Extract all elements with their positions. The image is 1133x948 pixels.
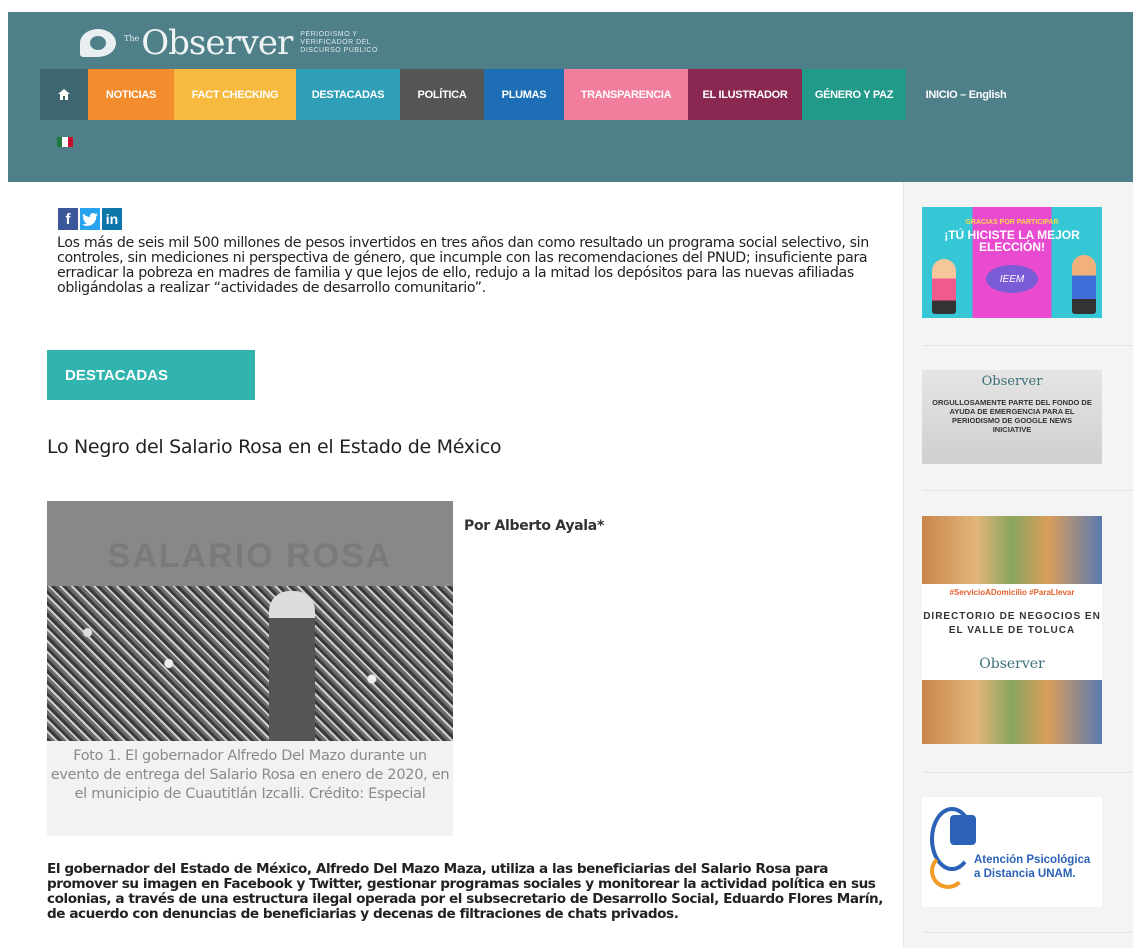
nav-noticias[interactable]: NOTICIAS [88,69,174,120]
twitter-icon [82,212,98,226]
site-logo[interactable]: The Observer PERIODISMO Y VERIFICADOR DE… [80,26,410,60]
observer-logo: Observer [979,656,1045,672]
article-intro: Los más de seis mil 500 millones de peso… [57,235,869,296]
nav-inicio-english-label: INICIO – English [925,88,1007,101]
logo-the: The [124,33,140,43]
sidebar-divider [923,490,1133,491]
nav-plumas[interactable]: PLUMAS [484,69,564,120]
nav-el-ilustrador[interactable]: EL ILUSTRADOR [688,69,802,120]
nav-politica-label: POLÍTICA [417,88,467,101]
ad4-text-line1: Atención Psicológica [974,854,1091,866]
ad1-top-text: GRACIAS POR PARTICIPAR [965,219,1059,226]
unam-shield-icon [950,815,976,845]
nav-home[interactable] [40,69,88,120]
google-news-ad-banner[interactable]: Observer ORGULLOSAMENTE PARTE DEL FONDO … [922,370,1102,464]
photo-sign-line1: ENTREGA DE TARJETAS [158,521,342,537]
ad3-title: DIRECTORIO DE NEGOCIOS EN EL VALLE DE TO… [923,611,1101,636]
photo-governor [269,591,315,741]
nav-inicio-english[interactable]: INICIO – English [906,69,1026,120]
photo-sign-line2: SALARIO ROSA [107,537,393,575]
social-share-bar: f in [58,208,122,230]
ieem-logo: IEEM [986,265,1038,293]
nav-fact-checking[interactable]: FACT CHECKING [174,69,296,120]
linkedin-icon: in [105,211,119,227]
unam-ad-banner[interactable]: Atención Psicológica a Distancia UNAM. [922,797,1102,907]
linkedin-share-button[interactable]: in [102,208,122,230]
child-illustration [1072,255,1096,314]
nav-plumas-label: PLUMAS [501,88,547,101]
nav-fact-checking-label: FACT CHECKING [191,88,279,101]
business-directory-ad-banner[interactable]: #ServicioADomicilio #ParaLlevar DIRECTOR… [922,516,1102,744]
photo-crowd [47,586,453,741]
twitter-share-button[interactable] [80,208,100,230]
logo-bubble-icon [80,29,116,57]
mexico-flag-icon[interactable] [57,137,73,147]
nav-genero-y-paz-label: GÉNERO Y PAZ [814,88,894,101]
phone-icon [930,853,966,889]
food-photo [922,516,1102,584]
nav-transparencia[interactable]: TRANSPARENCIA [564,69,688,120]
observer-logo: Observer [981,374,1043,389]
facebook-share-button[interactable]: f [58,208,78,230]
sidebar-divider [923,772,1133,773]
nav-destacadas-label: DESTACADAS [311,88,385,101]
child-illustration [932,259,956,314]
food-photo [922,680,1102,744]
section-tab-label: DESTACADAS [65,366,169,384]
section-tab-destacadas[interactable]: DESTACADAS [47,350,255,400]
sidebar-divider [923,345,1133,346]
article-byline: Por Alberto Ayala* [464,518,604,534]
nav-noticias-label: NOTICIAS [105,88,157,101]
article-title: Lo Negro del Salario Rosa en el Estado d… [47,436,502,458]
sidebar-divider [923,932,1133,933]
nav-genero-y-paz[interactable]: GÉNERO Y PAZ [802,69,906,120]
article-body-paragraph: El gobernador del Estado de México, Alfr… [47,862,883,922]
nav-politica[interactable]: POLÍTICA [400,69,484,120]
logo-wordmark: Observer [141,23,293,63]
ad4-text: Atención Psicológica a Distancia UNAM. [974,853,1090,881]
ieem-ad-banner[interactable]: GRACIAS POR PARTICIPAR ¡TÚ HICISTE LA ME… [922,207,1102,318]
ad4-text-line2: a Distancia UNAM. [974,868,1076,880]
nav-destacadas[interactable]: DESTACADAS [296,69,400,120]
facebook-icon: f [65,210,71,228]
article-photo[interactable]: ENTREGA DE TARJETAS SALARIO ROSA [47,501,453,741]
nav-transparencia-label: TRANSPARENCIA [580,88,672,101]
ad2-text: ORGULLOSAMENTE PARTE DEL FONDO DE AYUDA … [932,398,1092,434]
ad1-headline: ¡TÚ HICISTE LA MEJOR ELECCIÓN! [944,228,1080,254]
main-nav: NOTICIAS FACT CHECKING DESTACADAS POLÍTI… [40,69,1026,120]
ad3-hashtags: #ServicioADomicilio #ParaLlevar [949,588,1075,597]
logo-tagline: PERIODISMO Y VERIFICADOR DEL DISCURSO PÚ… [300,31,378,54]
nav-el-ilustrador-label: EL ILUSTRADOR [702,88,788,101]
photo-caption: Foto 1. El gobernador Alfredo Del Mazo d… [47,741,453,836]
home-icon [58,89,70,100]
